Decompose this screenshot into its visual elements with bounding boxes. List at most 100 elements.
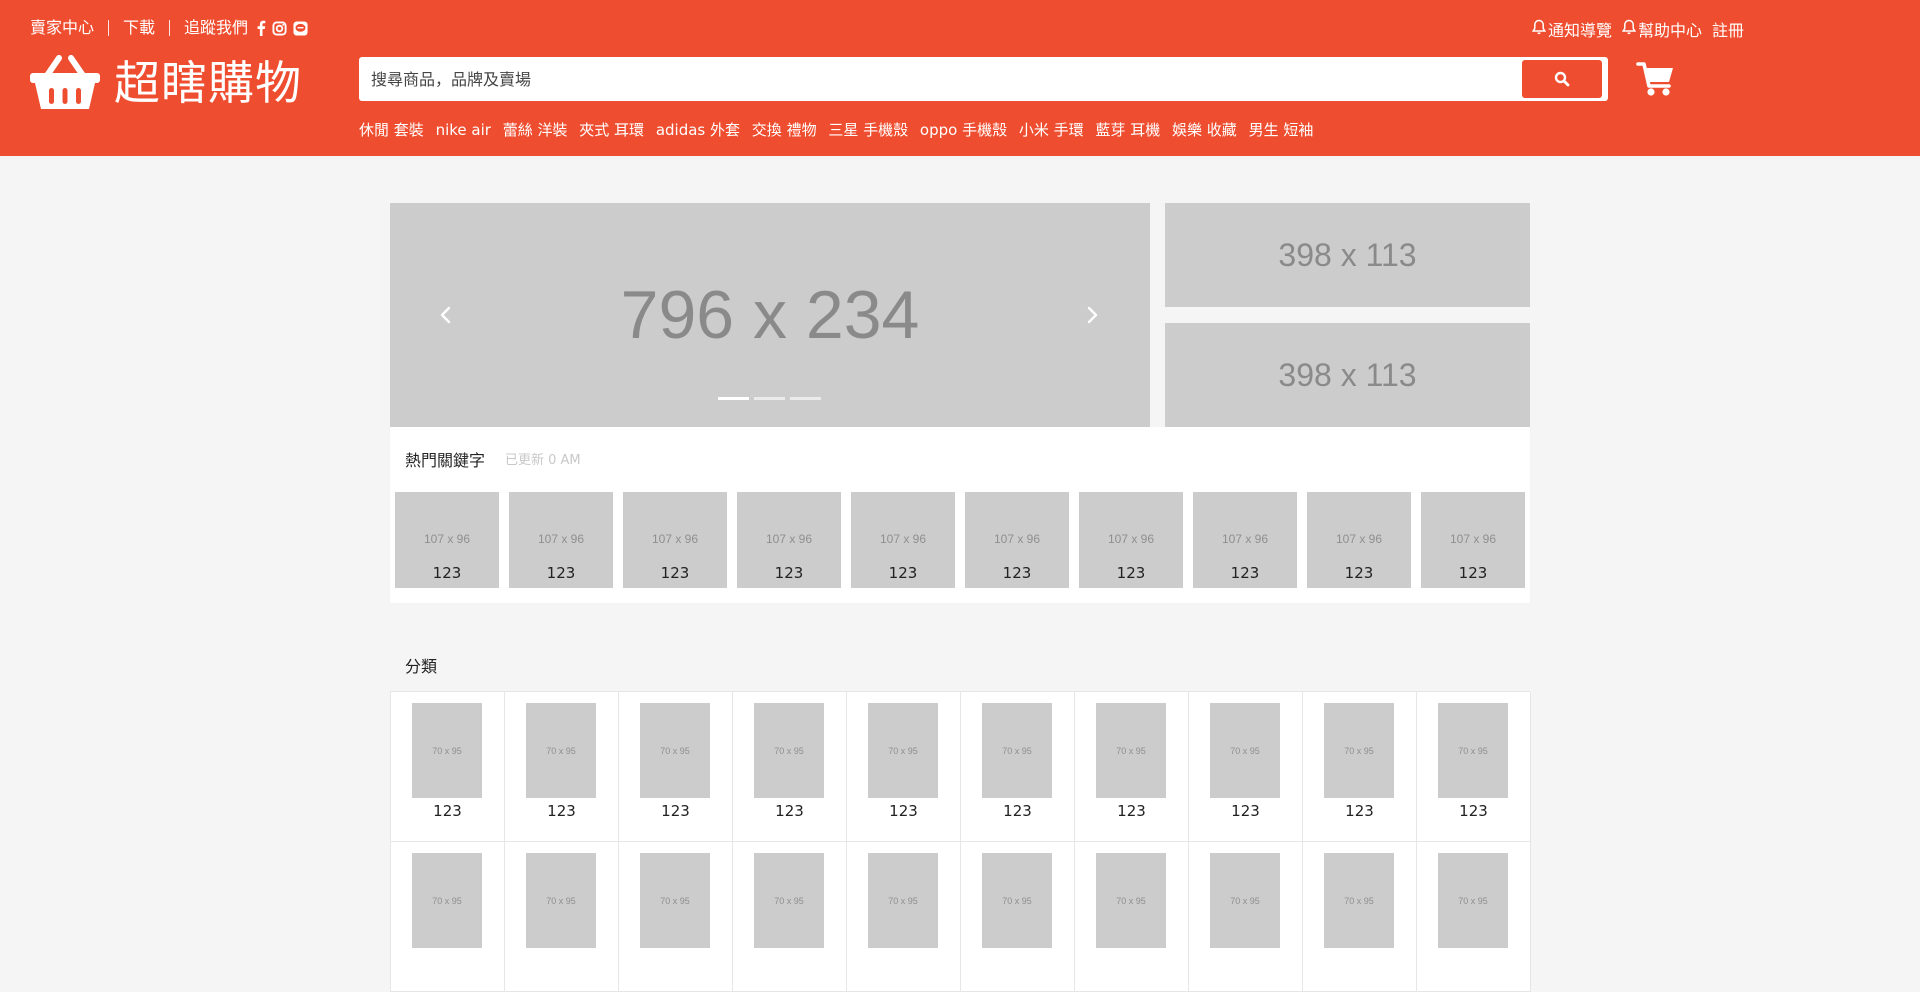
category-item[interactable]: 70 x 95 — [505, 842, 619, 992]
site-header: 賣家中心 下載 追蹤我們 通知導覽 幫助中心 註冊 超瞎購物 搜尋商品，品牌及賣… — [0, 0, 1920, 156]
banner-placeholder-label: 796 x 234 — [620, 277, 920, 353]
category-item[interactable]: 70 x 95 — [847, 842, 961, 992]
category-item[interactable]: 70 x 95 — [961, 842, 1075, 992]
keyword-link[interactable]: 交換 禮物 — [752, 121, 817, 139]
download-link[interactable]: 下載 — [123, 17, 155, 39]
hot-keyword-tile[interactable]: 107 x 96 123 — [737, 492, 841, 588]
help-center-link[interactable]: 幫助中心 — [1621, 17, 1702, 41]
carousel-indicator[interactable] — [718, 397, 749, 400]
category-label: 123 — [661, 802, 690, 820]
line-icon[interactable] — [293, 20, 308, 36]
category-item[interactable]: 70 x 95 — [733, 842, 847, 992]
hot-keyword-tile[interactable]: 107 x 96 123 — [1307, 492, 1411, 588]
category-item[interactable]: 70 x 95 123 — [847, 692, 961, 842]
keyword-link[interactable]: 三星 手機殼 — [828, 121, 908, 139]
image-placeholder-label: 107 x 96 — [879, 532, 927, 546]
hot-keyword-tile[interactable]: 107 x 96 123 — [623, 492, 727, 588]
hot-keyword-label: 123 — [660, 564, 690, 582]
carousel-indicator[interactable] — [790, 397, 821, 400]
notifications-link[interactable]: 通知導覽 — [1531, 17, 1612, 41]
hot-keyword-tile[interactable]: 107 x 96 123 — [1421, 492, 1525, 588]
keyword-link[interactable]: 男生 短袖 — [1249, 121, 1314, 139]
seller-center-link[interactable]: 賣家中心 — [30, 17, 94, 39]
category-image-placeholder: 70 x 95 — [754, 853, 824, 948]
facebook-icon[interactable] — [256, 20, 266, 36]
category-image-placeholder: 70 x 95 — [982, 853, 1052, 948]
keyword-link[interactable]: 娛樂 收藏 — [1172, 121, 1237, 139]
hot-keyword-label: 123 — [1002, 564, 1032, 582]
category-label: 123 — [1459, 802, 1488, 820]
hot-keyword-tile[interactable]: 107 x 96 123 — [851, 492, 955, 588]
side-banner-top[interactable]: 398 x 113 — [1165, 203, 1530, 307]
cart-icon — [1636, 62, 1673, 96]
category-image-placeholder: 70 x 95 — [1096, 853, 1166, 948]
category-label: 123 — [1345, 802, 1374, 820]
category-item[interactable]: 70 x 95 123 — [1417, 692, 1531, 842]
category-item[interactable]: 70 x 95 123 — [391, 692, 505, 842]
hot-keyword-label: 123 — [888, 564, 918, 582]
keyword-link[interactable]: 蕾絲 洋裝 — [503, 121, 568, 139]
cart-button[interactable] — [1636, 60, 1676, 98]
keyword-link[interactable]: 小米 手環 — [1019, 121, 1084, 139]
category-image-placeholder: 70 x 95 — [868, 703, 938, 798]
side-banner-bottom[interactable]: 398 x 113 — [1165, 323, 1530, 427]
main-banner-carousel[interactable]: 796 x 234 — [390, 203, 1150, 427]
carousel-next-button[interactable] — [1080, 303, 1104, 327]
hot-keyword-label: 123 — [1116, 564, 1146, 582]
hot-keyword-tile[interactable]: 107 x 96 123 — [395, 492, 499, 588]
category-item[interactable]: 70 x 95 123 — [961, 692, 1075, 842]
category-item[interactable]: 70 x 95 — [391, 842, 505, 992]
image-placeholder-label: 107 x 96 — [1221, 532, 1269, 546]
carousel-prev-button[interactable] — [434, 303, 458, 327]
top-bar-right: 通知導覽 幫助中心 註冊 — [1531, 17, 1744, 41]
category-item[interactable]: 70 x 95 — [1417, 842, 1531, 992]
hot-keyword-tile[interactable]: 107 x 96 123 — [1079, 492, 1183, 588]
carousel-indicator[interactable] — [754, 397, 785, 400]
category-item[interactable]: 70 x 95 — [1303, 842, 1417, 992]
image-placeholder-label: 107 x 96 — [1449, 532, 1497, 546]
category-image-placeholder: 70 x 95 — [526, 853, 596, 948]
image-placeholder-label: 107 x 96 — [423, 532, 471, 546]
category-image-placeholder: 70 x 95 — [1438, 703, 1508, 798]
keyword-link[interactable]: 夾式 耳環 — [579, 121, 644, 139]
keyword-link[interactable]: nike air — [436, 121, 491, 139]
category-image-placeholder: 70 x 95 — [982, 703, 1052, 798]
category-image-placeholder: 70 x 95 — [868, 853, 938, 948]
basket-logo-icon — [30, 55, 100, 109]
site-logo[interactable]: 超瞎購物 — [30, 55, 302, 111]
category-item[interactable]: 70 x 95 — [1075, 842, 1189, 992]
updated-timestamp: 已更新 0 AM — [505, 453, 581, 468]
hot-keyword-tile[interactable]: 107 x 96 123 — [509, 492, 613, 588]
category-item[interactable]: 70 x 95 123 — [1303, 692, 1417, 842]
keyword-link[interactable]: 藍芽 耳機 — [1095, 121, 1160, 139]
section-title: 熱門關鍵字 — [405, 451, 486, 470]
keyword-link[interactable]: oppo 手機殼 — [920, 121, 1007, 139]
categories-title: 分類 — [405, 657, 438, 676]
category-image-placeholder: 70 x 95 — [640, 853, 710, 948]
hot-keyword-tile[interactable]: 107 x 96 123 — [965, 492, 1069, 588]
social-links — [256, 20, 308, 36]
instagram-icon[interactable] — [272, 20, 287, 36]
category-item[interactable]: 70 x 95 123 — [505, 692, 619, 842]
category-item[interactable]: 70 x 95 — [619, 842, 733, 992]
category-image-placeholder: 70 x 95 — [754, 703, 824, 798]
hot-keyword-label: 123 — [1344, 564, 1374, 582]
category-item[interactable]: 70 x 95 123 — [1189, 692, 1303, 842]
category-item[interactable]: 70 x 95 123 — [733, 692, 847, 842]
hot-keyword-label: 123 — [1458, 564, 1488, 582]
category-item[interactable]: 70 x 95 123 — [1075, 692, 1189, 842]
keyword-link[interactable]: 休閒 套裝 — [359, 121, 424, 139]
register-link[interactable]: 註冊 — [1712, 17, 1744, 41]
hot-keyword-label: 123 — [546, 564, 576, 582]
hot-keyword-tile[interactable]: 107 x 96 123 — [1193, 492, 1297, 588]
keyword-link[interactable]: adidas 外套 — [656, 121, 740, 139]
search-button[interactable] — [1522, 60, 1602, 98]
search-icon — [1554, 71, 1570, 87]
categories-grid: 70 x 95 123 70 x 95 123 70 x 95 123 70 x 95 123… — [390, 691, 1531, 992]
category-label: 123 — [1003, 802, 1032, 820]
category-item[interactable]: 70 x 95 123 — [619, 692, 733, 842]
category-item[interactable]: 70 x 95 — [1189, 842, 1303, 992]
category-image-placeholder: 70 x 95 — [1324, 853, 1394, 948]
search-input[interactable] — [359, 57, 1519, 101]
category-label: 123 — [1231, 802, 1260, 820]
